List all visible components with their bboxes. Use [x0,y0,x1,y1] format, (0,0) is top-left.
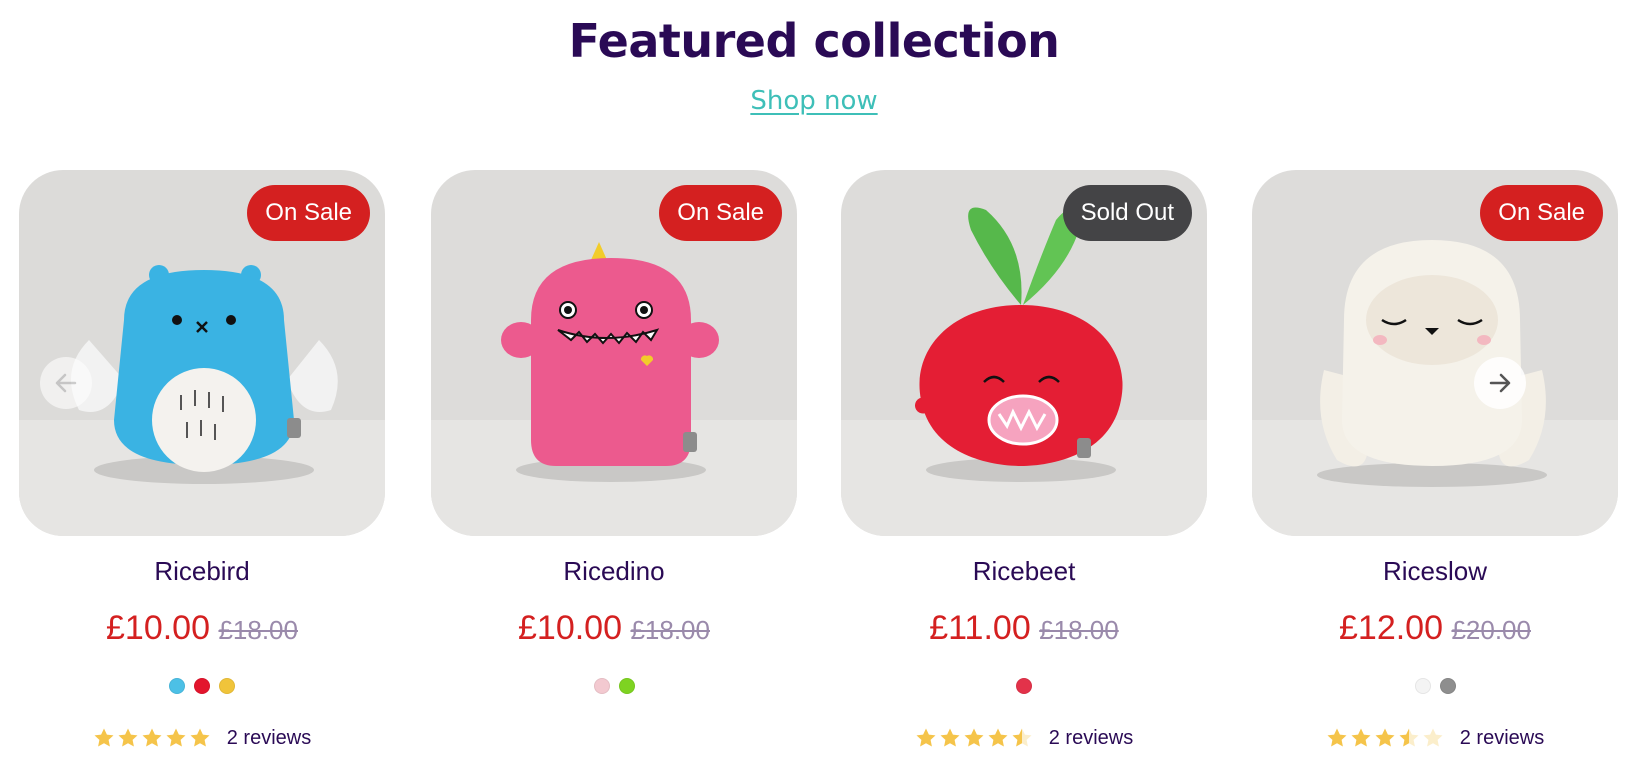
star-icon [1423,728,1443,747]
star-icon [118,728,138,747]
color-swatches [1252,678,1618,698]
star-icon [166,728,186,747]
rating-stars [93,727,211,749]
price-row: £12.00 £20.00 [1252,609,1618,648]
star-icon [940,728,960,747]
color-swatch[interactable] [1439,678,1456,694]
sale-price: £12.00 [1339,609,1443,647]
sale-price: £11.00 [929,609,1031,647]
product-card-ricebird[interactable]: On Sale Ricebird £10.00 £18.00 2 reviews [19,170,385,752]
shop-now-link[interactable]: Shop now [750,86,877,116]
color-swatches [19,678,385,698]
color-swatch[interactable] [169,678,185,694]
compare-price: £20.00 [1451,615,1531,645]
rating-stars [915,727,1033,749]
price-row: £10.00 £18.00 [431,609,797,648]
product-rating: 2 reviews [1252,724,1618,752]
color-swatches [431,678,797,698]
product-card-ricebeet[interactable]: Sold Out Ricebeet £11.00 £18.00 2 review… [841,170,1207,752]
product-rating: 2 reviews [841,724,1207,752]
product-rating: 2 reviews [19,724,385,752]
sale-price: £10.00 [518,609,622,647]
carousel-prev-button[interactable] [40,357,92,409]
product-name[interactable]: Ricebird [19,556,385,587]
carousel-next-button[interactable] [1474,357,1526,409]
star-icon [964,728,984,747]
product-image-link[interactable]: Sold Out [841,170,1207,536]
star-icon [190,728,210,747]
review-count: 2 reviews [226,726,312,749]
on-sale-badge: On Sale [247,185,370,241]
star-icon [1012,728,1032,747]
star-icon [94,728,114,747]
color-swatch[interactable] [593,678,610,694]
arrow-right-icon [1489,373,1511,393]
product-image-link[interactable]: On Sale [19,170,385,536]
color-swatch[interactable] [618,678,635,694]
star-icon [1399,728,1419,747]
product-image-link[interactable]: On Sale [431,170,797,536]
rating-stars [1326,727,1444,749]
color-swatch[interactable] [219,678,235,694]
product-image-link[interactable]: On Sale [1252,170,1618,536]
on-sale-badge: On Sale [1480,185,1603,241]
review-count: 2 reviews [1459,726,1545,749]
star-icon [916,728,936,747]
star-icon [1375,728,1395,747]
featured-collection-section: Featured collection Shop now On Sale Ric… [0,0,1628,783]
product-name[interactable]: Ricebeet [841,556,1207,587]
product-card-riceslow[interactable]: On Sale Riceslow £12.00 £20.00 2 reviews [1252,170,1618,752]
star-icon [142,728,162,747]
price-row: £11.00 £18.00 [841,609,1207,648]
arrow-left-icon [55,373,77,393]
compare-price: £18.00 [630,615,710,645]
on-sale-badge: On Sale [659,185,782,241]
product-card-ricedino[interactable]: On Sale Ricedino £10.00 £18.00 [431,170,797,698]
color-swatch[interactable] [1414,678,1431,694]
sale-price: £10.00 [106,609,210,647]
compare-price: £18.00 [1039,615,1119,645]
sold-out-badge: Sold Out [1062,185,1192,241]
product-name[interactable]: Riceslow [1252,556,1618,587]
compare-price: £18.00 [218,615,298,645]
color-swatch[interactable] [194,678,210,694]
star-icon [1351,728,1371,747]
product-name[interactable]: Ricedino [431,556,797,587]
section-title: Featured collection [568,14,1060,68]
review-count: 2 reviews [1048,726,1134,749]
star-icon [1327,728,1347,747]
star-icon [988,728,1008,747]
color-swatch[interactable] [1016,678,1032,694]
color-swatches [841,678,1207,698]
product-carousel: On Sale Ricebird £10.00 £18.00 2 reviews [0,170,1628,783]
shop-link-wrapper: Shop now [0,86,1628,116]
price-row: £10.00 £18.00 [19,609,385,648]
